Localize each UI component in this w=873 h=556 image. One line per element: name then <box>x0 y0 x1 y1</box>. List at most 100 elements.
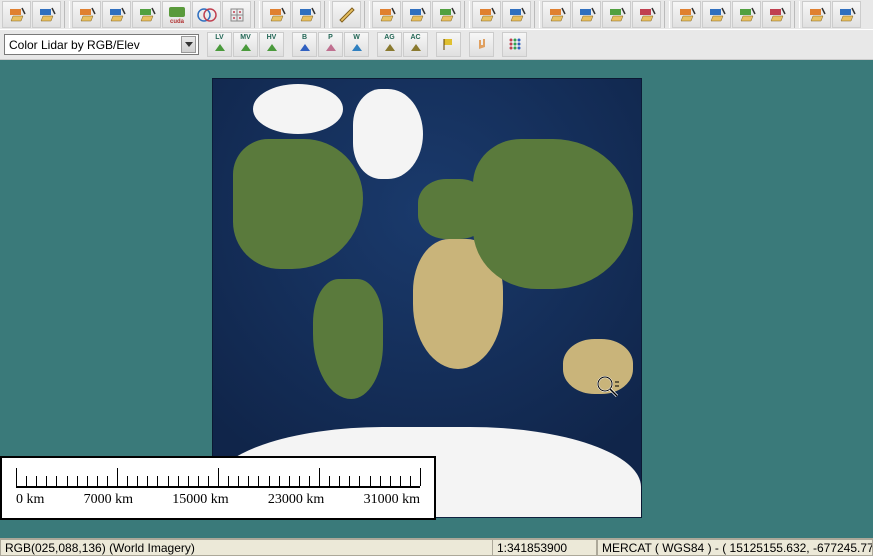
status-rgb: RGB(025,088,136) (World Imagery) <box>0 539 492 556</box>
filter-mv-button[interactable]: MV <box>233 32 258 57</box>
scale-label-1: 7000 km <box>84 492 133 508</box>
filter-ac-label: AC <box>410 34 420 41</box>
tool-rot-b-button[interactable] <box>832 1 861 28</box>
flag-icon <box>442 37 456 53</box>
tool-path-a-button[interactable] <box>262 1 291 28</box>
tool-region-b-button[interactable] <box>572 1 601 28</box>
tool-region-d-button[interactable] <box>632 1 661 28</box>
scale-tick <box>107 476 108 486</box>
hand-icon <box>475 37 489 53</box>
rot-b-icon <box>837 5 857 25</box>
filter-flag-button[interactable] <box>436 32 461 57</box>
cuda-icon: cuda <box>167 5 187 25</box>
grid-icon <box>227 5 247 25</box>
filter-w-label: W <box>353 34 360 41</box>
tool-edit-a-button[interactable] <box>672 1 701 28</box>
tool-layer-b-button[interactable] <box>32 1 61 28</box>
scale-label-0: 0 km <box>16 492 44 508</box>
main-toolbar: cuda <box>0 0 873 30</box>
tool-poly-c-button[interactable] <box>432 1 461 28</box>
tool-edit-b-button[interactable] <box>702 1 731 28</box>
filter-toolbar: Color Lidar by RGB/Elev LVMV HV B P W AG AC <box>0 30 873 60</box>
tool-edit-c-button[interactable] <box>732 1 761 28</box>
tool-layer-a-button[interactable] <box>2 1 31 28</box>
map-viewport[interactable]: 0 km7000 km15000 km23000 km31000 km <box>0 60 873 538</box>
tool-rot-a-button[interactable] <box>802 1 831 28</box>
tool-poly-b-button[interactable] <box>402 1 431 28</box>
scale-tick <box>349 476 350 486</box>
status-scale: 1:341853900 <box>492 539 597 556</box>
scale-tick <box>309 476 310 486</box>
scale-tick <box>36 476 37 486</box>
scale-tick <box>380 476 381 486</box>
filter-b-label: B <box>302 34 307 41</box>
cloud-a-icon <box>477 5 497 25</box>
filter-ac-button[interactable]: AC <box>403 32 428 57</box>
scale-tick <box>410 476 411 486</box>
filter-ag-label: AG <box>384 34 395 41</box>
scale-tick <box>289 476 290 486</box>
region-d-icon <box>637 5 657 25</box>
scale-tick <box>339 476 340 486</box>
lidar-a-icon <box>77 5 97 25</box>
filter-lv-button[interactable]: LV <box>207 32 232 57</box>
filter-p-button[interactable]: P <box>318 32 343 57</box>
edit-a-icon <box>677 5 697 25</box>
tool-edit-d-button[interactable] <box>762 1 791 28</box>
scale-label-2: 15000 km <box>172 492 228 508</box>
tool-poly-a-button[interactable] <box>372 1 401 28</box>
scale-tick <box>87 476 88 486</box>
cloud-b-icon <box>507 5 527 25</box>
edit-d-icon <box>767 5 787 25</box>
scale-tick <box>178 476 179 486</box>
path-b-icon <box>297 5 317 25</box>
w-icon <box>350 41 364 55</box>
color-mode-dropdown[interactable]: Color Lidar by RGB/Elev <box>4 34 199 55</box>
world-map[interactable] <box>212 78 642 518</box>
scale-tick <box>56 476 57 486</box>
tool-circle-button[interactable] <box>192 1 221 28</box>
tool-lidar-c-button[interactable] <box>132 1 161 28</box>
filter-grid-button[interactable] <box>502 32 527 57</box>
filter-ag-button[interactable]: AG <box>377 32 402 57</box>
tool-lidar-b-button[interactable] <box>102 1 131 28</box>
filter-hand-button[interactable] <box>469 32 494 57</box>
layer-a-icon <box>7 5 27 25</box>
svg-text:cuda: cuda <box>169 19 184 25</box>
scale-tick <box>329 476 330 486</box>
scale-tick <box>97 476 98 486</box>
lidar-b-icon <box>107 5 127 25</box>
filter-w-button[interactable]: W <box>344 32 369 57</box>
filter-hv-button[interactable]: HV <box>259 32 284 57</box>
poly-b-icon <box>407 5 427 25</box>
region-c-icon <box>607 5 627 25</box>
tool-cloud-b-button[interactable] <box>502 1 531 28</box>
scale-tick <box>188 476 189 486</box>
tool-region-c-button[interactable] <box>602 1 631 28</box>
scale-tick <box>117 468 118 486</box>
tool-lidar-a-button[interactable] <box>72 1 101 28</box>
tool-path-b-button[interactable] <box>292 1 321 28</box>
tool-region-a-button[interactable] <box>542 1 571 28</box>
scale-tick <box>269 476 270 486</box>
tool-cloud-a-button[interactable] <box>472 1 501 28</box>
scale-tick <box>370 476 371 486</box>
lidar-c-icon <box>137 5 157 25</box>
rot-a-icon <box>807 5 827 25</box>
layer-b-icon <box>37 5 57 25</box>
scale-tick <box>127 476 128 486</box>
scale-tick <box>359 476 360 486</box>
ac-icon <box>409 41 423 55</box>
grid-icon <box>508 37 522 53</box>
b-icon <box>298 41 312 55</box>
scale-label-3: 23000 km <box>268 492 324 508</box>
tool-draw-button[interactable] <box>332 1 361 28</box>
tool-cuda-button[interactable]: cuda <box>162 1 191 28</box>
scale-tick <box>26 476 27 486</box>
scale-tick <box>420 468 421 486</box>
poly-c-icon <box>437 5 457 25</box>
tool-grid-button[interactable] <box>222 1 251 28</box>
scale-tick <box>279 476 280 486</box>
filter-b-button[interactable]: B <box>292 32 317 57</box>
filter-hv-label: HV <box>267 34 277 41</box>
